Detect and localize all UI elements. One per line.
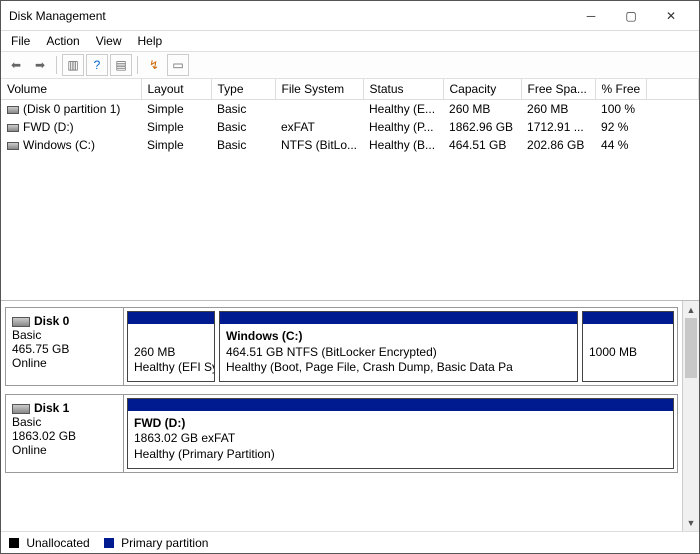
col-pct[interactable]: % Free bbox=[595, 79, 647, 100]
toolbar-icon-4[interactable]: ↯ bbox=[143, 54, 165, 76]
partition[interactable]: Windows (C:)464.51 GB NTFS (BitLocker En… bbox=[219, 311, 578, 382]
menu-view[interactable]: View bbox=[90, 32, 128, 50]
legend: Unallocated Primary partition bbox=[1, 531, 699, 553]
toolbar-icon-2[interactable]: ? bbox=[86, 54, 108, 76]
partition[interactable]: 1000 MB bbox=[582, 311, 674, 382]
disk-info[interactable]: Disk 1Basic1863.02 GBOnline bbox=[6, 395, 124, 472]
volume-list-pane: Volume Layout Type File System Status Ca… bbox=[1, 79, 699, 301]
scroll-thumb[interactable] bbox=[685, 318, 697, 378]
legend-primary: Primary partition bbox=[104, 536, 209, 550]
disk-row: Disk 1Basic1863.02 GBOnlineFWD (D:)1863.… bbox=[5, 394, 678, 473]
disk-icon bbox=[12, 404, 30, 414]
disk-info[interactable]: Disk 0Basic465.75 GBOnline bbox=[6, 308, 124, 385]
partition-stripe bbox=[128, 312, 214, 324]
legend-primary-swatch bbox=[104, 538, 114, 548]
scrollbar[interactable]: ▲ ▼ bbox=[682, 301, 699, 531]
col-blank bbox=[647, 79, 699, 100]
disk-management-window: Disk Management ─ ▢ ✕ File Action View H… bbox=[0, 0, 700, 554]
forward-icon[interactable]: ➡ bbox=[29, 54, 51, 76]
disk-map-pane: Disk 0Basic465.75 GBOnline 260 MBHealthy… bbox=[1, 301, 699, 531]
menu-help[interactable]: Help bbox=[132, 32, 169, 50]
menu-file[interactable]: File bbox=[5, 32, 36, 50]
legend-unallocated-swatch bbox=[9, 538, 19, 548]
partition-stripe bbox=[128, 399, 673, 411]
disk-icon bbox=[12, 317, 30, 327]
col-fs[interactable]: File System bbox=[275, 79, 363, 100]
legend-unallocated: Unallocated bbox=[9, 536, 90, 550]
col-type[interactable]: Type bbox=[211, 79, 275, 100]
volume-icon bbox=[7, 106, 19, 114]
col-volume[interactable]: Volume bbox=[1, 79, 141, 100]
partition[interactable]: FWD (D:)1863.02 GB exFATHealthy (Primary… bbox=[127, 398, 674, 469]
partition-stripe bbox=[583, 312, 673, 324]
titlebar: Disk Management ─ ▢ ✕ bbox=[1, 1, 699, 31]
separator bbox=[56, 56, 57, 74]
back-icon[interactable]: ⬅ bbox=[5, 54, 27, 76]
scroll-down-icon[interactable]: ▼ bbox=[683, 514, 699, 531]
volume-table: Volume Layout Type File System Status Ca… bbox=[1, 79, 699, 154]
col-free[interactable]: Free Spa... bbox=[521, 79, 595, 100]
toolbar-icon-5[interactable]: ▭ bbox=[167, 54, 189, 76]
toolbar: ⬅ ➡ ▥ ? ▤ ↯ ▭ bbox=[1, 51, 699, 79]
menubar: File Action View Help bbox=[1, 31, 699, 51]
column-headers: Volume Layout Type File System Status Ca… bbox=[1, 79, 699, 100]
partition[interactable]: 260 MBHealthy (EFI System bbox=[127, 311, 215, 382]
separator bbox=[137, 56, 138, 74]
window-title: Disk Management bbox=[9, 9, 571, 23]
minimize-button[interactable]: ─ bbox=[571, 2, 611, 30]
window-controls: ─ ▢ ✕ bbox=[571, 2, 691, 30]
maximize-button[interactable]: ▢ bbox=[611, 2, 651, 30]
partition-stripe bbox=[220, 312, 577, 324]
col-layout[interactable]: Layout bbox=[141, 79, 211, 100]
disk-row: Disk 0Basic465.75 GBOnline 260 MBHealthy… bbox=[5, 307, 678, 386]
menu-action[interactable]: Action bbox=[40, 32, 85, 50]
table-row[interactable]: (Disk 0 partition 1)SimpleBasicHealthy (… bbox=[1, 100, 699, 119]
table-row[interactable]: Windows (C:)SimpleBasicNTFS (BitLo...Hea… bbox=[1, 136, 699, 154]
col-status[interactable]: Status bbox=[363, 79, 443, 100]
scroll-up-icon[interactable]: ▲ bbox=[683, 301, 699, 318]
col-capacity[interactable]: Capacity bbox=[443, 79, 521, 100]
table-row[interactable]: FWD (D:)SimpleBasicexFATHealthy (P...186… bbox=[1, 118, 699, 136]
volume-icon bbox=[7, 142, 19, 150]
volume-icon bbox=[7, 124, 19, 132]
close-button[interactable]: ✕ bbox=[651, 2, 691, 30]
toolbar-icon-1[interactable]: ▥ bbox=[62, 54, 84, 76]
toolbar-icon-3[interactable]: ▤ bbox=[110, 54, 132, 76]
